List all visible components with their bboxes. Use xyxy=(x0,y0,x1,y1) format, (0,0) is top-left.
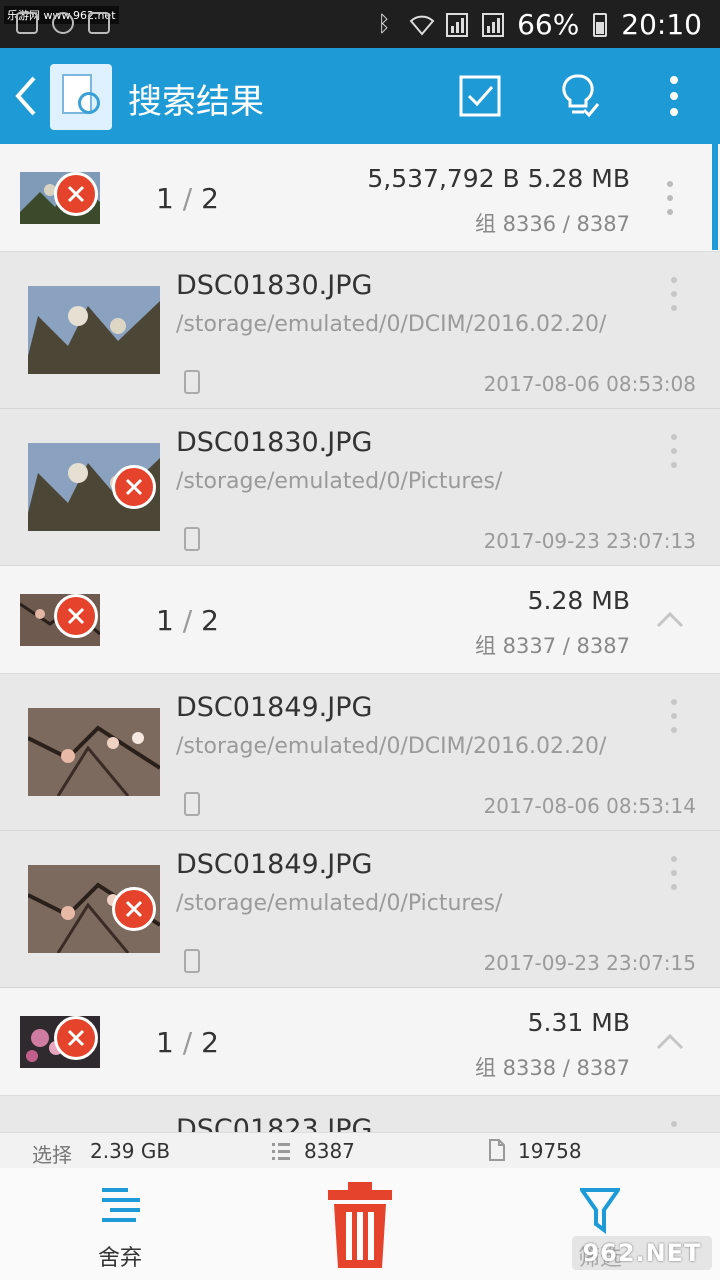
discard-mark-icon[interactable] xyxy=(112,465,156,509)
status-bar: 乐游网 www.962.net ᛒ 66% 20:10 xyxy=(0,0,720,48)
delete-button[interactable] xyxy=(326,1182,394,1268)
hint-button[interactable] xyxy=(554,72,602,120)
group-label: 组 8338 / 8387 xyxy=(475,1056,630,1080)
list-item[interactable]: DSC01849.JPG /storage/emulated/0/DCIM/20… xyxy=(0,674,720,831)
selected-size: 2.39 GB xyxy=(90,1139,171,1163)
discard-lines-icon xyxy=(102,1188,140,1222)
more-vert-icon xyxy=(667,181,673,215)
file-thumbnail xyxy=(28,286,160,374)
group-size: 5.28 MB xyxy=(527,586,630,615)
clock: 20:10 xyxy=(621,8,702,41)
collapse-group-button[interactable] xyxy=(650,1022,690,1062)
file-name: DSC01849.JPG xyxy=(176,692,373,723)
file-icon xyxy=(489,1139,505,1161)
item-menu-button[interactable] xyxy=(664,853,684,893)
more-vert-icon xyxy=(670,76,678,116)
more-vert-icon xyxy=(671,434,677,468)
group-label: 组 8337 / 8387 xyxy=(475,634,630,658)
battery-charging-icon xyxy=(593,12,608,37)
notification-icons xyxy=(16,12,110,34)
trash-icon xyxy=(328,1182,392,1268)
item-menu-button[interactable] xyxy=(664,431,684,471)
battery-percent: 66% xyxy=(517,8,580,41)
app-bar: 搜索结果 xyxy=(0,48,720,144)
list-item[interactable]: DSC01849.JPG /storage/emulated/0/Picture… xyxy=(0,831,720,988)
file-path: /storage/emulated/0/DCIM/2016.02.20/ xyxy=(176,734,607,759)
duplicate-list[interactable]: 1 / 2 5,537,792 B 5.28 MB 组 8336 / 8387 … xyxy=(0,144,720,1132)
group-count: 1 / 2 xyxy=(156,604,219,637)
group-label: 组 8336 / 8387 xyxy=(475,212,630,236)
list-item[interactable]: DSC01830.JPG /storage/emulated/0/DCIM/20… xyxy=(0,252,720,409)
more-vert-icon xyxy=(671,856,677,890)
list-item[interactable]: DSC01823.JPG xyxy=(0,1096,720,1132)
chevron-up-icon xyxy=(656,611,684,628)
chevron-up-icon xyxy=(656,1033,684,1050)
item-menu-button[interactable] xyxy=(664,274,684,314)
discard-mark-icon[interactable] xyxy=(54,1016,98,1060)
file-name: DSC01830.JPG xyxy=(176,427,373,458)
list-item[interactable]: DSC01830.JPG /storage/emulated/0/Picture… xyxy=(0,409,720,566)
group-size: 5.31 MB xyxy=(527,1008,630,1037)
site-watermark: 962.NET xyxy=(572,1236,712,1270)
more-vert-icon xyxy=(671,277,677,311)
group-list-icon xyxy=(272,1143,290,1160)
file-name: DSC01849.JPG xyxy=(176,849,373,880)
group-count: 1 / 2 xyxy=(156,1026,219,1059)
overflow-menu-button[interactable] xyxy=(650,72,698,120)
group-count: 1 / 2 xyxy=(156,182,219,215)
bottom-action-bar: 舍弃 筛选 962.NET xyxy=(0,1168,720,1280)
selection-summary: 选择 2.39 GB 8387 19758 xyxy=(0,1132,720,1168)
back-button[interactable] xyxy=(12,72,52,120)
discard-label: 舍弃 xyxy=(97,1246,142,1271)
group-header[interactable]: 1 / 2 5.31 MB 组 8338 / 8387 xyxy=(0,988,720,1096)
phone-storage-icon xyxy=(184,949,200,973)
discard-mark-icon[interactable] xyxy=(54,172,98,216)
sim2-signal-icon xyxy=(481,12,505,38)
select-all-button[interactable] xyxy=(456,72,504,120)
file-date: 2017-08-06 08:53:08 xyxy=(483,372,696,396)
select-all-checkbox-icon xyxy=(459,75,501,117)
group-header[interactable]: 1 / 2 5,537,792 B 5.28 MB 组 8336 / 8387 xyxy=(0,144,720,252)
file-path: /storage/emulated/0/Pictures/ xyxy=(176,469,503,494)
page-title: 搜索结果 xyxy=(128,82,264,122)
collapse-group-button[interactable] xyxy=(650,600,690,640)
phone-storage-icon xyxy=(184,792,200,816)
file-thumbnail xyxy=(28,708,160,796)
file-name: DSC01830.JPG xyxy=(176,270,373,301)
list-scrollbar[interactable] xyxy=(712,144,718,250)
back-chevron-icon xyxy=(15,76,36,116)
file-date: 2017-09-23 23:07:13 xyxy=(483,529,696,553)
group-header[interactable]: 1 / 2 5.28 MB 组 8337 / 8387 xyxy=(0,566,720,674)
select-label: 选择 xyxy=(32,1143,72,1167)
phone-storage-icon xyxy=(184,527,200,551)
wifi-icon xyxy=(409,12,435,38)
filter-funnel-icon xyxy=(580,1188,620,1234)
group-menu-button[interactable] xyxy=(650,178,690,218)
bluetooth-icon: ᛒ xyxy=(377,11,391,37)
app-notification-icon xyxy=(16,12,38,34)
item-menu-button[interactable] xyxy=(664,696,684,736)
discard-mark-icon[interactable] xyxy=(54,594,98,638)
item-menu-button[interactable] xyxy=(664,1118,684,1132)
discard-button[interactable]: 舍弃 xyxy=(80,1180,160,1276)
phone-storage-icon xyxy=(184,370,200,394)
file-name: DSC01823.JPG xyxy=(176,1114,373,1132)
sim1-signal-icon xyxy=(445,12,469,38)
file-path: /storage/emulated/0/Pictures/ xyxy=(176,891,503,916)
clipboard-notification-icon xyxy=(88,12,110,34)
file-date: 2017-08-06 08:53:14 xyxy=(483,794,696,818)
group-size: 5,537,792 B 5.28 MB xyxy=(367,164,630,193)
file-count-total: 19758 xyxy=(518,1139,582,1163)
file-date: 2017-09-23 23:07:15 xyxy=(483,951,696,975)
blocked-notification-icon xyxy=(52,12,74,34)
lightbulb-hint-icon xyxy=(562,74,600,118)
more-vert-icon xyxy=(671,699,677,733)
file-path: /storage/emulated/0/DCIM/2016.02.20/ xyxy=(176,312,607,337)
group-count-total: 8387 xyxy=(304,1139,355,1163)
more-vert-icon xyxy=(671,1121,677,1127)
search-doc-logo xyxy=(50,64,112,130)
discard-mark-icon[interactable] xyxy=(112,887,156,931)
